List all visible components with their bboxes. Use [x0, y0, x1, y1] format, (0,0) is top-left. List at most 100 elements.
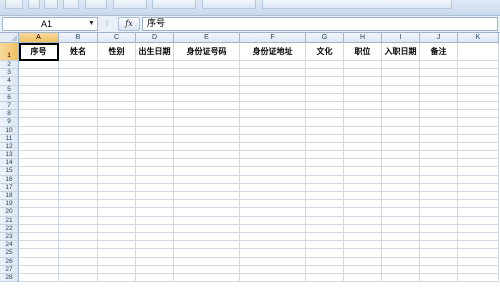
cell[interactable] — [174, 93, 240, 102]
ribbon-button[interactable] — [113, 0, 147, 9]
cell[interactable] — [98, 257, 136, 266]
cell[interactable] — [136, 118, 174, 127]
cell[interactable] — [240, 134, 306, 143]
cell[interactable] — [382, 110, 420, 119]
cell[interactable] — [458, 142, 499, 152]
ribbon-button[interactable] — [63, 0, 79, 9]
cell[interactable] — [59, 61, 98, 70]
cell[interactable] — [420, 159, 458, 168]
cell[interactable] — [19, 142, 59, 152]
cell[interactable] — [382, 85, 420, 94]
cell[interactable] — [19, 101, 59, 111]
row-header[interactable]: 8 — [0, 110, 19, 119]
cell[interactable] — [344, 61, 382, 70]
cell[interactable] — [59, 183, 98, 192]
cell[interactable] — [344, 159, 382, 168]
cell[interactable] — [420, 200, 458, 209]
cell[interactable] — [174, 232, 240, 242]
cell[interactable] — [382, 77, 420, 86]
cell[interactable] — [136, 151, 174, 160]
cell[interactable] — [458, 159, 499, 168]
cell[interactable] — [136, 101, 174, 111]
cell[interactable] — [344, 93, 382, 102]
cell[interactable] — [306, 126, 344, 135]
cell[interactable] — [306, 61, 344, 70]
cell[interactable] — [344, 224, 382, 233]
column-header[interactable]: F — [240, 33, 306, 43]
row-header[interactable]: 21 — [0, 216, 19, 225]
row-header[interactable]: 3 — [0, 69, 19, 78]
cell[interactable] — [306, 151, 344, 160]
cell[interactable] — [136, 192, 174, 201]
cell[interactable] — [174, 126, 240, 135]
cell[interactable] — [59, 257, 98, 266]
cell[interactable] — [240, 273, 306, 283]
cell[interactable] — [136, 273, 174, 283]
cell[interactable] — [240, 142, 306, 152]
cell[interactable] — [240, 101, 306, 111]
cell[interactable] — [420, 77, 458, 86]
cell[interactable] — [344, 175, 382, 184]
cell[interactable] — [174, 241, 240, 250]
cell[interactable] — [458, 241, 499, 250]
cell[interactable] — [98, 126, 136, 135]
cell[interactable] — [174, 192, 240, 201]
cell[interactable] — [420, 69, 458, 78]
cell[interactable] — [98, 85, 136, 94]
cell[interactable] — [306, 101, 344, 111]
cell[interactable] — [344, 101, 382, 111]
cell[interactable] — [382, 175, 420, 184]
cell[interactable] — [458, 61, 499, 70]
row-header[interactable]: 6 — [0, 93, 19, 102]
row-header[interactable]: 27 — [0, 265, 19, 274]
cell[interactable] — [458, 77, 499, 86]
cell[interactable] — [306, 93, 344, 102]
cell[interactable] — [306, 273, 344, 283]
cell[interactable] — [458, 192, 499, 201]
cell[interactable] — [136, 183, 174, 192]
cell[interactable] — [344, 241, 382, 250]
row-header[interactable]: 25 — [0, 249, 19, 258]
cell[interactable] — [59, 77, 98, 86]
cell[interactable] — [306, 257, 344, 266]
cell[interactable] — [98, 265, 136, 274]
cell[interactable] — [59, 134, 98, 143]
cell[interactable] — [136, 167, 174, 176]
cell[interactable] — [136, 200, 174, 209]
cell[interactable] — [382, 273, 420, 283]
cell[interactable] — [19, 77, 59, 86]
cell[interactable] — [136, 61, 174, 70]
row-header[interactable]: 11 — [0, 134, 19, 143]
cell[interactable] — [344, 183, 382, 192]
cell[interactable] — [306, 110, 344, 119]
cell[interactable] — [59, 224, 98, 233]
chevron-down-icon[interactable]: ▼ — [87, 18, 96, 30]
cell[interactable] — [306, 241, 344, 250]
cell[interactable] — [344, 208, 382, 217]
cell[interactable] — [59, 175, 98, 184]
cell[interactable] — [240, 200, 306, 209]
cell[interactable] — [98, 241, 136, 250]
cell[interactable] — [240, 208, 306, 217]
cell[interactable] — [98, 134, 136, 143]
cell[interactable]: 姓名 — [59, 43, 98, 61]
cell[interactable] — [420, 257, 458, 266]
cell[interactable] — [458, 249, 499, 258]
cell[interactable] — [98, 93, 136, 102]
cell[interactable] — [458, 216, 499, 225]
cell[interactable] — [344, 142, 382, 152]
cell[interactable] — [306, 192, 344, 201]
cell[interactable] — [174, 151, 240, 160]
cell[interactable] — [382, 159, 420, 168]
cell[interactable] — [19, 200, 59, 209]
cell[interactable] — [306, 200, 344, 209]
cell[interactable] — [420, 101, 458, 111]
cell[interactable] — [98, 77, 136, 86]
cell[interactable] — [344, 77, 382, 86]
cell[interactable] — [240, 232, 306, 242]
cell[interactable] — [98, 249, 136, 258]
cell[interactable] — [136, 159, 174, 168]
cell[interactable] — [174, 142, 240, 152]
column-header[interactable]: E — [174, 33, 240, 43]
cell[interactable] — [59, 151, 98, 160]
